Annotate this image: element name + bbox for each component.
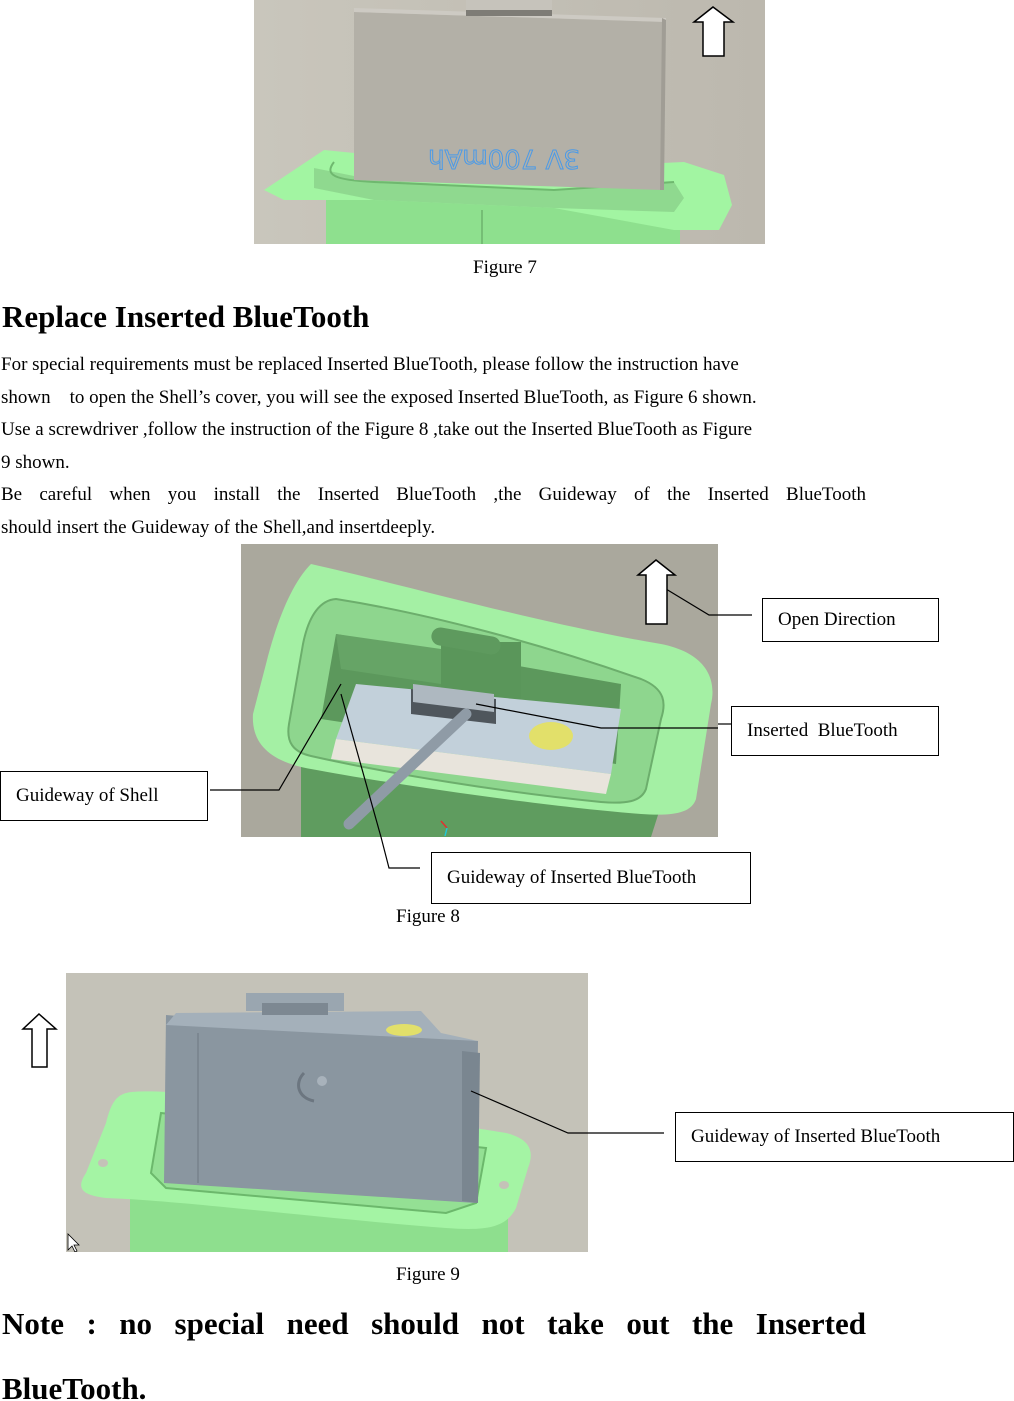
callout-open-direction: Open Direction [762, 598, 939, 642]
paragraph-line: shown to open the Shell’s cover, you wil… [1, 387, 757, 408]
callout-guideway-of-shell: Guideway of Shell [0, 771, 208, 821]
paragraph-line: For special requirements must be replace… [1, 354, 739, 375]
battery-label: 3V 700mAh [428, 143, 580, 173]
callout-guideway-of-inserted-bluetooth: Guideway of Inserted BlueTooth [431, 852, 751, 904]
section-heading: Replace Inserted BlueTooth [2, 299, 370, 334]
figure-9-caption: Figure 9 [396, 1264, 460, 1285]
paragraph-line: Use a screwdriver ,follow the instructio… [1, 419, 753, 440]
callout-guideway-of-inserted-bluetooth-fig9: Guideway of Inserted BlueTooth [675, 1112, 1014, 1162]
callout-inserted-bluetooth: Inserted BlueTooth [731, 706, 939, 756]
paragraph-line: 9 shown. [1, 452, 70, 473]
figure-7-caption: Figure 7 [473, 257, 537, 278]
leader-line-figure-9 [588, 1132, 664, 1134]
note-line-2: BlueTooth. [2, 1371, 147, 1401]
up-arrow-icon [21, 1012, 58, 1068]
paragraph-line: should insert the Guideway of the Shell,… [1, 517, 436, 538]
figure-8-caption: Figure 8 [396, 906, 460, 927]
figure-9-image [66, 973, 588, 1252]
figure-7-image: 3V 700mAh [254, 0, 765, 244]
paragraph-line: Be careful when you install the Inserted… [1, 484, 866, 505]
note-line-1: Note : no special need should not take o… [2, 1306, 866, 1341]
